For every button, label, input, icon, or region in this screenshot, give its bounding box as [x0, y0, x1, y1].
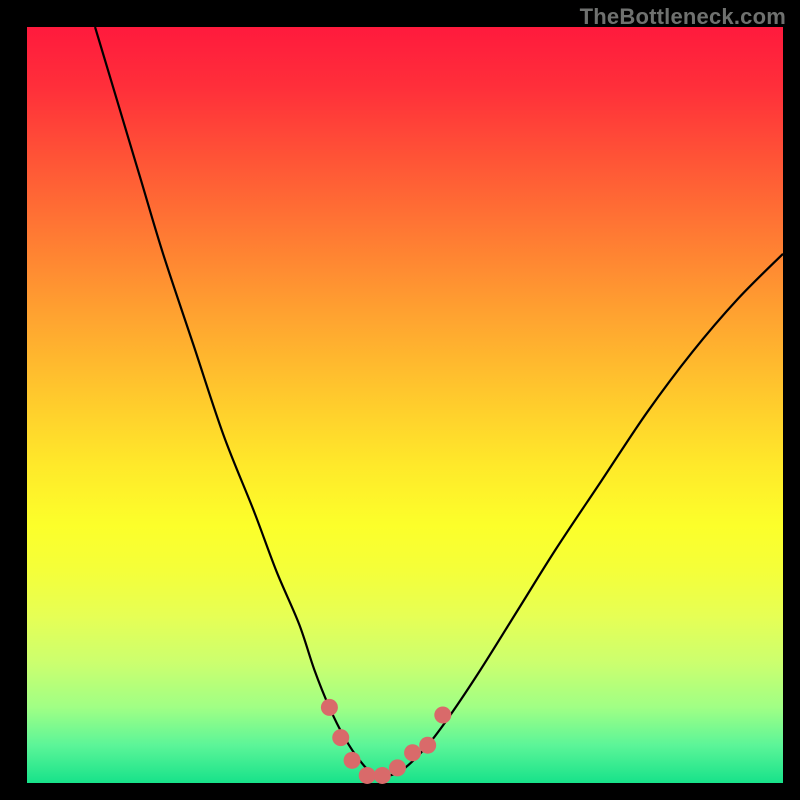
bottleneck-dot [419, 737, 436, 754]
bottleneck-dots [321, 699, 451, 784]
bottleneck-curve [95, 27, 783, 777]
bottleneck-dot [374, 767, 391, 784]
bottleneck-dot [434, 706, 451, 723]
bottleneck-dot [404, 744, 421, 761]
chart-svg [27, 27, 783, 783]
bottleneck-dot [332, 729, 349, 746]
chart-frame: TheBottleneck.com [0, 0, 800, 800]
bottleneck-dot [321, 699, 338, 716]
plot-area [27, 27, 783, 783]
bottleneck-dot [344, 752, 361, 769]
bottleneck-dot [389, 759, 406, 776]
bottleneck-dot [359, 767, 376, 784]
